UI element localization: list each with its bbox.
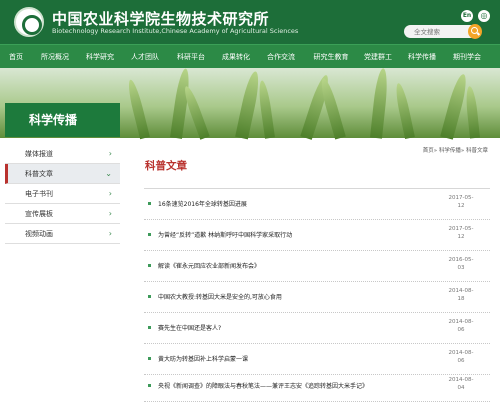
article-date: 2014-08-04 xyxy=(448,377,474,391)
nav-item-cooperation[interactable]: 合作交流 xyxy=(267,45,295,69)
article-date: 2016-05-03 xyxy=(448,257,474,271)
article-title[interactable]: 黄大昉为转基因补上科学启蒙一课 xyxy=(158,354,248,363)
bullet-icon xyxy=(148,264,151,267)
title-divider xyxy=(144,188,490,189)
sidebar-item-boards[interactable]: 宣传展板 › xyxy=(5,204,120,224)
article-date: 2014-08-06 xyxy=(448,319,474,333)
chevron-right-icon: › xyxy=(108,149,112,158)
sidebar-item-videos[interactable]: 视频动画 › xyxy=(5,224,120,244)
article-date: 2017-05-12 xyxy=(448,195,474,209)
nav-item-journals[interactable]: 期刊学会 xyxy=(453,45,481,69)
site-header: 中国农业科学院生物技术研究所 Biotechnology Research In… xyxy=(0,0,500,44)
bullet-icon xyxy=(148,357,151,360)
article-item[interactable]: 解读《崔永元回应农业部新闻发布会》 2016-05-03 xyxy=(144,254,490,282)
language-en-button[interactable]: En xyxy=(461,10,473,22)
article-item[interactable]: 为曾经“反转”道歉 林纳斯呼吁中国科学家采取行动 2017-05-12 xyxy=(144,223,490,251)
article-item[interactable]: 黄大昉为转基因补上科学启蒙一课 2014-08-06 xyxy=(144,347,490,375)
nav-item-party[interactable]: 党建群工 xyxy=(364,45,392,69)
sidebar: 科学传播 媒体报道 › 科普文章 ⌄ 电子书刊 › 宣传展板 › 视频动画 › xyxy=(5,103,120,399)
search-icon[interactable] xyxy=(468,24,482,39)
site-subtitle: Biotechnology Research Institute,Chinese… xyxy=(52,27,299,35)
main-nav: 首页 所况概况 科学研究 人才团队 科研平台 成果转化 合作交流 研究生教育 党… xyxy=(0,44,500,68)
article-title[interactable]: 中国农大教授:转基因大米是安全的,可放心食用 xyxy=(158,292,282,301)
chevron-down-icon: ⌄ xyxy=(105,169,112,178)
site-title: 中国农业科学院生物技术研究所 xyxy=(52,10,270,28)
nav-item-overview[interactable]: 所况概况 xyxy=(41,45,69,69)
article-title[interactable]: 解读《崔永元回应农业部新闻发布会》 xyxy=(158,261,260,270)
search-input[interactable] xyxy=(404,25,472,38)
globe-icon[interactable]: ◎ xyxy=(478,10,490,22)
nav-item-science-communication[interactable]: 科学传播 xyxy=(408,45,436,69)
sidebar-title: 科学传播 xyxy=(5,103,120,137)
bullet-icon xyxy=(148,384,151,387)
article-title[interactable]: 16条速览2016年全球转基因进展 xyxy=(158,199,247,208)
article-item[interactable]: 赛先生在中国还是客人? 2014-08-06 xyxy=(144,316,490,344)
nav-item-achievements[interactable]: 成果转化 xyxy=(222,45,250,69)
chevron-right-icon: › xyxy=(108,229,112,238)
article-title[interactable]: 为曾经“反转”道歉 林纳斯呼吁中国科学家采取行动 xyxy=(158,230,292,239)
article-item[interactable]: 16条速览2016年全球转基因进展 2017-05-12 xyxy=(144,192,490,220)
sidebar-item-media[interactable]: 媒体报道 › xyxy=(5,144,120,164)
chevron-right-icon: › xyxy=(108,209,112,218)
nav-item-home[interactable]: 首页 xyxy=(9,45,23,69)
article-title[interactable]: 赛先生在中国还是客人? xyxy=(158,323,221,332)
article-date: 2014-08-06 xyxy=(448,350,474,364)
breadcrumb[interactable]: 首页» 科学传播» 科普文章 xyxy=(423,146,488,154)
nav-item-graduate[interactable]: 研究生教育 xyxy=(314,45,349,69)
bullet-icon xyxy=(148,202,151,205)
nav-item-platform[interactable]: 科研平台 xyxy=(177,45,205,69)
page-title: 科普文章 xyxy=(145,160,187,172)
article-item[interactable]: 中国农大教授:转基因大米是安全的,可放心食用 2014-08-18 xyxy=(144,285,490,313)
article-title[interactable]: 央视《新闻调查》的障眼法与春秋笔法——兼评王志安《追踪转基因大米手记》 xyxy=(158,381,368,390)
sidebar-item-articles[interactable]: 科普文章 ⌄ xyxy=(5,164,120,184)
institute-logo[interactable] xyxy=(14,7,44,37)
bullet-icon xyxy=(148,326,151,329)
bullet-icon xyxy=(148,295,151,298)
bullet-icon xyxy=(148,233,151,236)
article-item[interactable]: 央视《新闻调查》的障眼法与春秋笔法——兼评王志安《追踪转基因大米手记》 2014… xyxy=(144,374,490,402)
nav-item-research[interactable]: 科学研究 xyxy=(86,45,114,69)
sidebar-menu: 媒体报道 › 科普文章 ⌄ 电子书刊 › 宣传展板 › 视频动画 › xyxy=(5,144,120,244)
article-date: 2017-05-12 xyxy=(448,226,474,240)
nav-item-talent[interactable]: 人才团队 xyxy=(131,45,159,69)
article-date: 2014-08-18 xyxy=(448,288,474,302)
chevron-right-icon: › xyxy=(108,189,112,198)
sidebar-item-ebooks[interactable]: 电子书刊 › xyxy=(5,184,120,204)
